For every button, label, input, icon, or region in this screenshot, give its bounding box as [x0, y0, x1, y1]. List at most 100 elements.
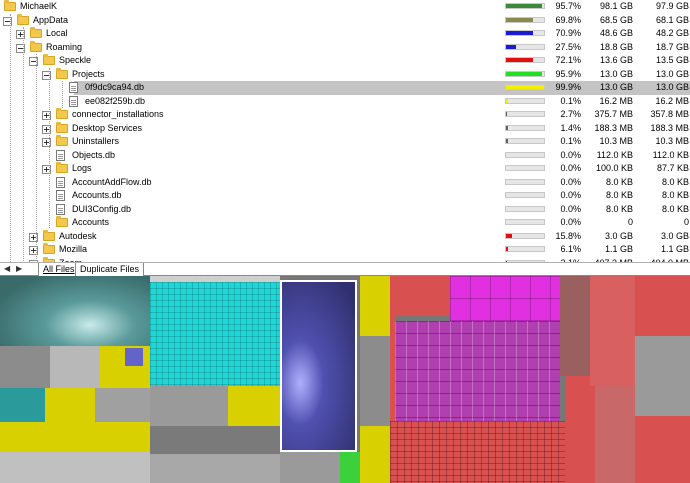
treemap-block[interactable]: [360, 336, 390, 426]
tree-row[interactable]: DUI3Config.db 0.0% 8.0 KB 8.0 KB: [0, 203, 690, 217]
percent-text: 0.1%: [560, 136, 581, 146]
tree-row[interactable]: connector_installations 2.7% 375.7 MB 357.8…: [0, 108, 690, 122]
allocated-size-text: 87.7 KB: [656, 163, 689, 173]
treemap-block[interactable]: [45, 388, 95, 422]
folder-icon: [56, 108, 68, 119]
tree-row[interactable]: Local 70.9% 48.6 GB 48.2 GB: [0, 27, 690, 41]
tree-row[interactable]: ee082f259b.db 0.1% 16.2 MB 16.2 MB: [0, 95, 690, 109]
view-tab-bar: ◀ ▶ All Files Duplicate Files: [0, 262, 690, 277]
tree-row[interactable]: Mozilla 6.1% 1.1 GB 1.1 GB: [0, 243, 690, 257]
treemap-block[interactable]: [450, 276, 560, 321]
size-text: 13.6 GB: [599, 55, 633, 65]
treemap-block[interactable]: [125, 348, 143, 366]
folder-icon: [56, 216, 68, 227]
file-icon: [56, 176, 65, 188]
size-text: 3.0 GB: [604, 230, 633, 241]
tree-row[interactable]: AccountAddFlow.db 0.0% 8.0 KB 8.0 KB: [0, 176, 690, 190]
treemap-block[interactable]: [280, 452, 340, 483]
treemap-block[interactable]: [0, 422, 150, 452]
folder-icon: [56, 135, 68, 146]
treemap-block[interactable]: [0, 346, 50, 388]
treemap-block[interactable]: [0, 452, 150, 483]
treemap-block[interactable]: [635, 336, 690, 416]
treemap-block[interactable]: [228, 386, 280, 426]
treemap-block[interactable]: [565, 376, 595, 483]
tree-row[interactable]: Uninstallers 0.1% 10.3 MB 10.3 MB: [0, 135, 690, 149]
treemap-block[interactable]: [50, 346, 100, 388]
tree-row[interactable]: MichaelK 95.7% 98.1 GB 97.9 GB: [0, 0, 690, 14]
treemap-block[interactable]: [360, 276, 390, 336]
tree-row[interactable]: AppData 69.8% 68.5 GB 68.1 GB: [0, 13, 690, 28]
treemap-block[interactable]: [560, 276, 590, 376]
treemap-block[interactable]: [0, 388, 45, 422]
tree-item-name: MichaelK: [20, 1, 58, 11]
percent-text: 0.0%: [560, 203, 581, 214]
tree-row[interactable]: 0f9dc9ca94.db 99.9% 13.0 GB 13.0 GB: [0, 81, 690, 95]
percent-bar: [505, 111, 545, 117]
tree-row[interactable]: Desktop Services 1.4% 188.3 MB 188.3 MB: [0, 121, 690, 136]
allocated-size-text: 112.0 KB: [652, 149, 689, 160]
size-text: 10.3 MB: [599, 136, 633, 146]
treemap-block[interactable]: [150, 282, 280, 386]
percent-bar: [505, 16, 545, 23]
tree-row[interactable]: Accounts.db 0.0% 8.0 KB 8.0 KB: [0, 189, 690, 203]
treemap-block[interactable]: [340, 452, 360, 483]
treemap-block[interactable]: [635, 416, 690, 483]
treemap-block[interactable]: [390, 276, 450, 316]
tree-item-name: Local: [46, 28, 68, 38]
allocated-size-text: 357.8 MB: [650, 109, 689, 119]
folder-icon: [43, 229, 55, 241]
size-text: 68.5 GB: [599, 14, 633, 25]
tree-row[interactable]: Objects.db 0.0% 112.0 KB 112.0 KB: [0, 149, 690, 163]
folder-icon: [4, 0, 16, 11]
treemap-block[interactable]: [150, 426, 280, 454]
scroll-left-icon[interactable]: ◀: [4, 264, 10, 273]
size-text: 112.0 KB: [596, 149, 633, 160]
treemap-view[interactable]: [0, 276, 690, 483]
size-text: 8.0 KB: [605, 176, 633, 187]
size-text: 100.0 KB: [595, 163, 633, 173]
folder-icon: [56, 121, 68, 133]
percent-bar: [505, 70, 545, 77]
tree-item-name: Autodesk: [59, 230, 97, 241]
tree-row[interactable]: Projects 95.9% 13.0 GB 13.0 GB: [0, 67, 690, 82]
percent-bar: [505, 178, 545, 185]
folder-icon: [30, 40, 42, 52]
file-icon: [56, 190, 65, 201]
percent-bar: [505, 232, 545, 239]
size-text: 13.0 GB: [599, 68, 633, 79]
treemap-block[interactable]: [150, 454, 280, 483]
percent-bar: [505, 97, 545, 104]
treemap-block[interactable]: [360, 426, 390, 483]
percent-bar: [505, 43, 545, 50]
directory-tree-list[interactable]: MichaelK 95.7% 98.1 GB 97.9 GB AppData 69.8% 6…: [0, 0, 690, 262]
tree-item-name: AccountAddFlow.db: [72, 176, 152, 187]
treemap-block[interactable]: [635, 276, 690, 336]
treemap-block[interactable]: [390, 316, 395, 421]
tree-row[interactable]: Roaming 27.5% 18.8 GB 18.7 GB: [0, 40, 690, 55]
tree-row[interactable]: Logs 0.0% 100.0 KB 87.7 KB: [0, 162, 690, 176]
percent-text: 15.8%: [555, 230, 581, 241]
tree-item-name: Accounts.db: [72, 190, 122, 200]
percent-bar: [505, 3, 545, 9]
treemap-selected-file[interactable]: [280, 280, 357, 452]
percent-text: 95.9%: [555, 68, 581, 79]
tree-row[interactable]: Speckle 72.1% 13.6 GB 13.5 GB: [0, 54, 690, 68]
treemap-block[interactable]: [595, 386, 635, 483]
percent-text: 69.8%: [555, 14, 581, 25]
tab-all-files[interactable]: All Files: [38, 263, 80, 277]
treemap-block[interactable]: [95, 388, 150, 422]
tree-row[interactable]: Accounts 0.0% 0 0: [0, 216, 690, 230]
treemap-block[interactable]: [0, 276, 150, 346]
tree-row[interactable]: Autodesk 15.8% 3.0 GB 3.0 GB: [0, 229, 690, 244]
percent-text: 0.1%: [560, 95, 581, 106]
treemap-block[interactable]: [590, 276, 635, 386]
tree-item-name: Projects: [72, 68, 105, 79]
tab-duplicate-files[interactable]: Duplicate Files: [75, 263, 145, 277]
scroll-right-icon[interactable]: ▶: [16, 264, 22, 273]
tree-guide-line: [49, 68, 50, 228]
size-text: 188.3 MB: [594, 122, 633, 133]
treemap-block[interactable]: [390, 421, 565, 483]
treemap-block[interactable]: [395, 321, 560, 421]
allocated-size-text: 188.3 MB: [650, 122, 689, 133]
